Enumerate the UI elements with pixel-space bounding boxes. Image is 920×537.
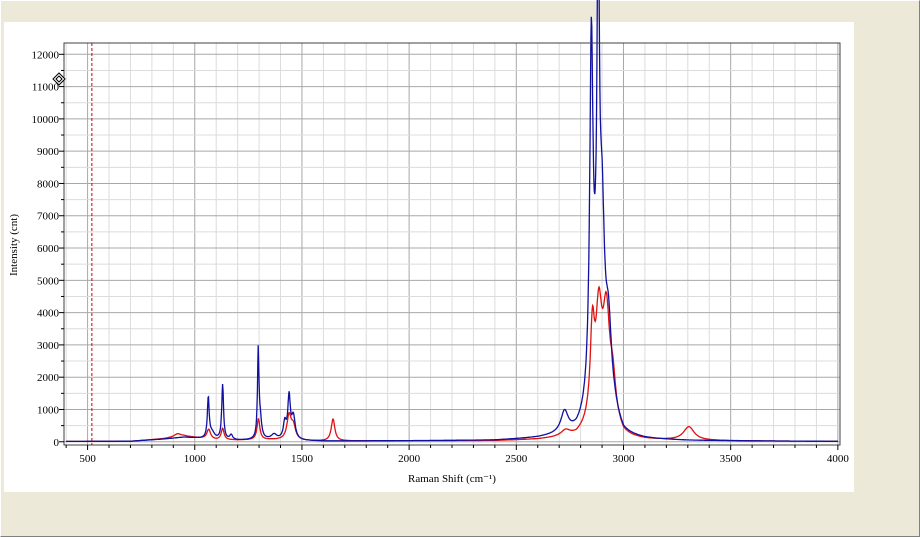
x-tick-label: 3500: [720, 453, 743, 465]
y-axis-title: Intensity (cnt): [8, 214, 20, 276]
x-tick-label: 1500: [291, 453, 314, 465]
y-tick-label: 9000: [37, 146, 60, 158]
y-tick-label: 0: [54, 437, 60, 449]
y-tick-label: 4000: [37, 308, 60, 320]
y-tick-label: 6000: [37, 243, 60, 255]
y-tick-label: 12000: [32, 49, 60, 61]
x-tick-label: 4000: [827, 453, 850, 465]
y-tick-label: 2000: [37, 372, 60, 384]
x-tick-label: 3000: [612, 453, 635, 465]
y-tick-label: 8000: [37, 178, 60, 190]
y-tick-label: 10000: [32, 114, 60, 126]
chart-window: 500 1000 1500 2000 2500 3000 3500 4000 0 1000 200…: [0, 0, 920, 537]
y-axis-ticks: 0 1000 2000 3000 4000 5000 6000 7000 8000 9000 100…: [32, 49, 64, 449]
y-tick-label: 11000: [32, 82, 60, 94]
x-tick-label: 2500: [505, 453, 528, 465]
x-axis-title: Raman Shift (cm⁻¹): [408, 473, 496, 485]
y-tick-label: 5000: [37, 275, 60, 287]
raman-spectrum-chart[interactable]: 500 1000 1500 2000 2500 3000 3500 4000 0 1000 200…: [0, 0, 920, 537]
y-tick-label: 3000: [37, 340, 60, 352]
x-tick-label: 500: [79, 453, 96, 465]
y-tick-label: 7000: [37, 211, 60, 223]
y-tick-label: 1000: [37, 404, 60, 416]
x-tick-label: 1000: [184, 453, 207, 465]
x-tick-label: 2000: [398, 453, 421, 465]
x-axis-ticks: 500 1000 1500 2000 2500 3000 3500 4000: [65, 445, 850, 465]
